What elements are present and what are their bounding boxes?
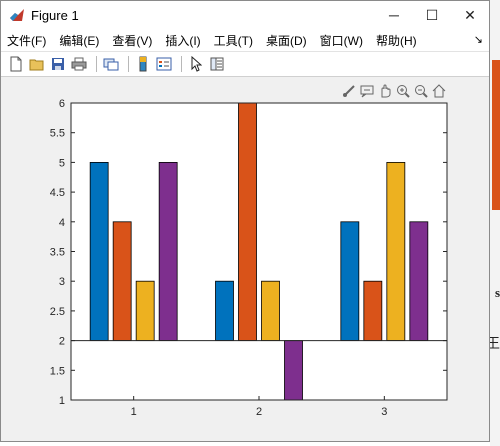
colorbar-icon[interactable] [134,55,152,73]
menu-view[interactable]: 查看(V) [112,32,152,49]
menu-help[interactable]: 帮助(H) [376,32,417,49]
y-tick-label: 5 [59,157,65,169]
toolbar-separator [96,56,97,72]
save-icon[interactable] [49,55,67,73]
dock-arrow-icon[interactable]: ↘ [474,33,483,46]
minimize-button[interactable]: ─ [375,1,413,29]
new-figure-icon[interactable] [7,55,25,73]
bar-series2-cat2 [238,102,257,342]
figure-window: Figure 1 ─ ☐ ✕ 文件(F) 编辑(E) 查看(V) 插入(I) 工… [0,0,490,442]
figure-canvas: 1 1.5 2 2.5 3 3.5 4 4.5 5 5.5 6 1 2 3 [1,77,489,441]
y-tick-label: 5.5 [50,128,65,140]
bar-series1-cat2 [215,280,234,341]
print-icon[interactable] [70,55,88,73]
menu-edit[interactable]: 编辑(E) [59,32,99,49]
bar-series2-cat3 [363,280,383,341]
y-tick-label: 4.5 [50,187,65,199]
bar-series4-cat2 [284,340,303,401]
figure-toolbar [1,51,489,77]
property-editor-icon[interactable] [208,55,226,73]
y-tick-label: 1 [59,395,65,407]
toolbar-separator [128,56,129,72]
y-tick-label: 3 [59,276,65,288]
link-plot-icon[interactable] [102,55,120,73]
bar-series4-cat3 [409,221,429,342]
menu-file[interactable]: 文件(F) [7,32,46,49]
background-text: s [494,285,500,300]
x-tick-label: 1 [131,406,137,418]
y-tick-label: 3.5 [50,247,65,259]
y-tick-label: 2 [59,336,65,348]
x-tick-label: 2 [256,406,262,418]
y-tick-label: 6 [59,98,65,110]
menu-desktop[interactable]: 桌面(D) [266,32,307,49]
menu-bar: 文件(F) 编辑(E) 查看(V) 插入(I) 工具(T) 桌面(D) 窗口(W… [1,29,489,51]
y-tick-label: 2.5 [50,306,65,318]
menu-tools[interactable]: 工具(T) [214,32,253,49]
background-orange-block [492,60,500,210]
open-file-icon[interactable] [28,55,46,73]
menu-window[interactable]: 窗口(W) [320,32,363,49]
bar-series3-cat2 [261,280,280,341]
bar-series1-cat1 [89,162,109,341]
title-bar[interactable]: Figure 1 ─ ☐ ✕ [1,1,489,29]
bar-series3-cat1 [135,280,155,341]
menu-insert[interactable]: 插入(I) [165,32,200,49]
maximize-button[interactable]: ☐ [413,1,451,29]
window-title: Figure 1 [31,7,79,23]
bar-series2-cat1 [112,221,132,342]
bar-series3-cat3 [386,162,406,341]
y-tick-label: 1.5 [50,365,65,377]
bar-series1-cat3 [340,221,360,342]
matlab-icon [9,7,25,23]
bar-series4-cat1 [158,162,178,341]
x-tick-label: 3 [381,406,387,418]
close-button[interactable]: ✕ [451,1,489,29]
toolbar-separator [181,56,182,72]
bar-chart: 1 1.5 2 2.5 3 3.5 4 4.5 5 5.5 6 1 2 3 [50,98,448,418]
pointer-icon[interactable] [187,55,205,73]
y-tick-label: 4 [59,217,65,229]
legend-icon[interactable] [155,55,173,73]
